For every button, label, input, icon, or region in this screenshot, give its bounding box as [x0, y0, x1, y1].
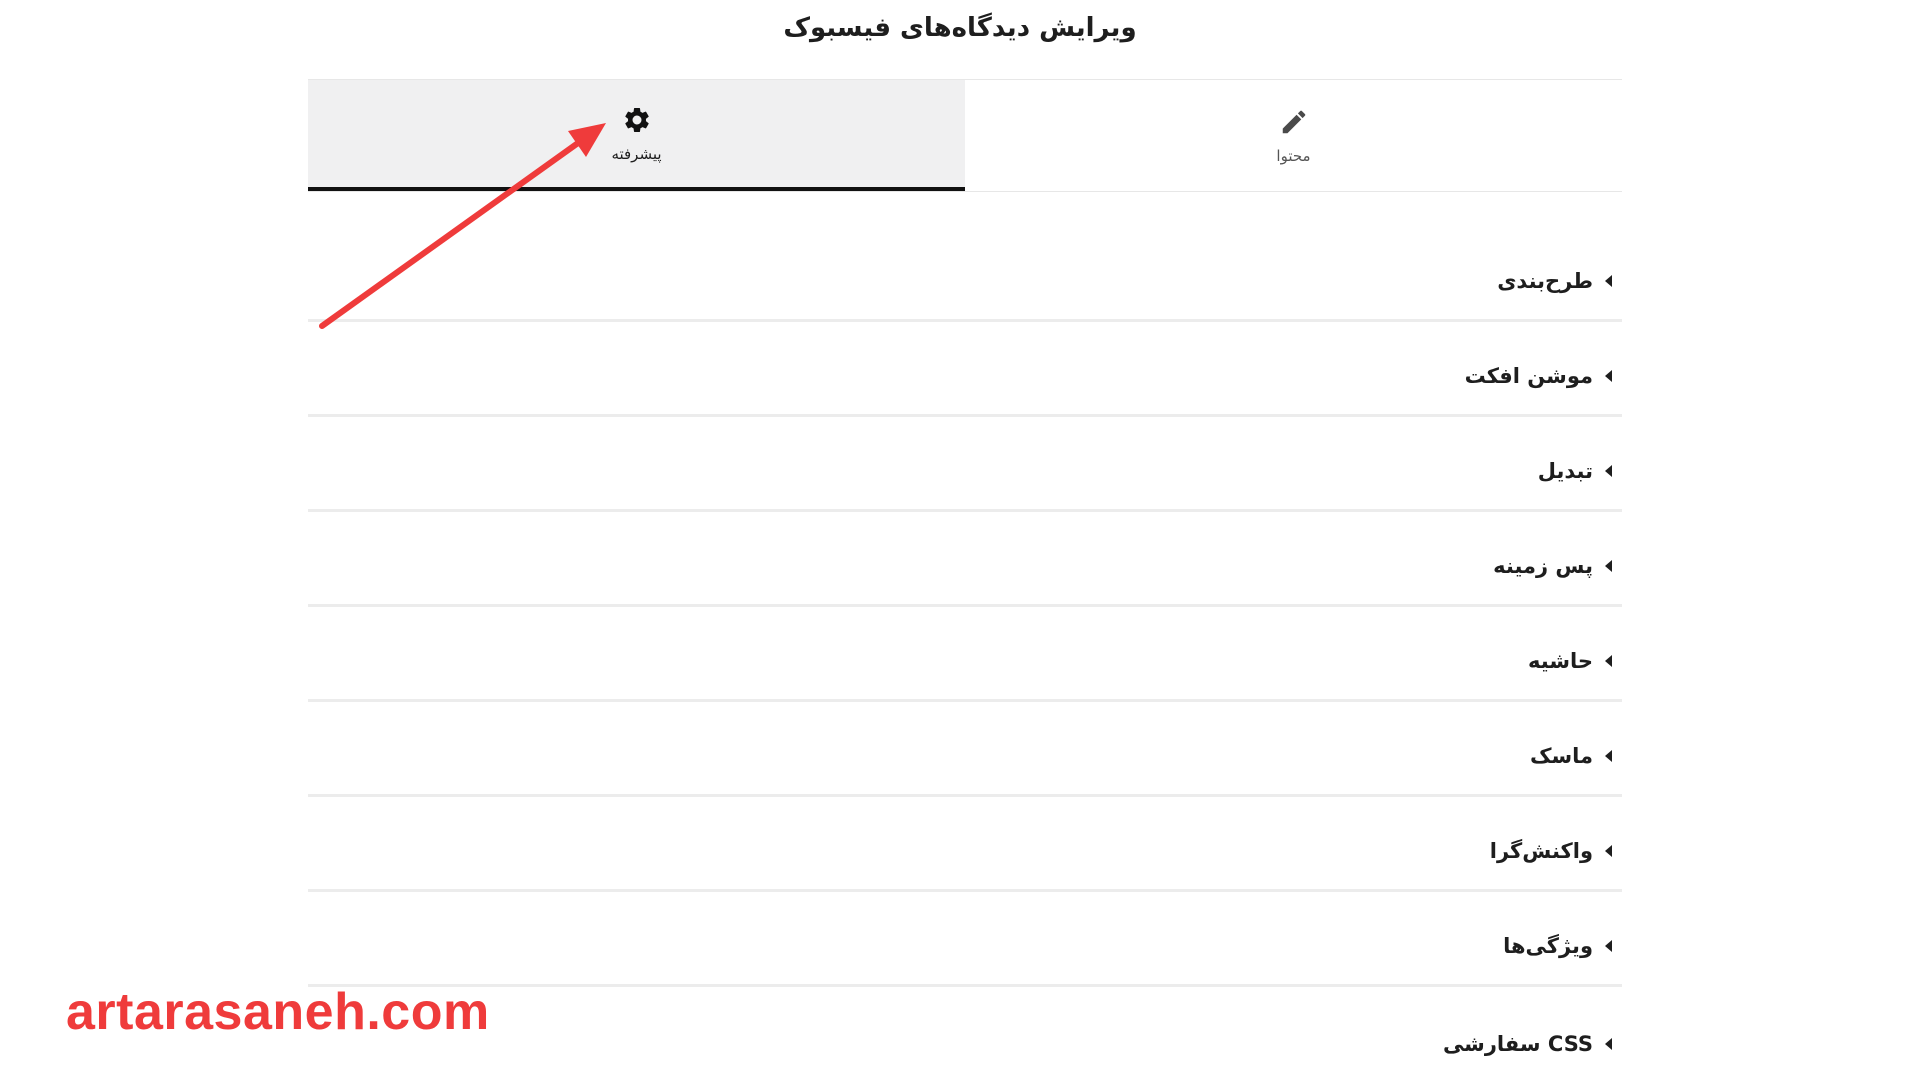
- section-label: ویژگی‌ها: [1503, 934, 1593, 958]
- caret-left-icon: [1605, 560, 1612, 572]
- section-header: پس زمینه: [1493, 554, 1612, 578]
- tab-advanced[interactable]: پیشرفته: [308, 80, 965, 191]
- caret-left-icon: [1605, 1038, 1612, 1050]
- section-label: ماسک: [1529, 744, 1593, 768]
- caret-left-icon: [1605, 655, 1612, 667]
- watermark-text: artarasaneh.com: [66, 983, 490, 1041]
- tab-bar: محتوا پیشرفته: [308, 79, 1622, 192]
- gear-icon: [624, 107, 649, 132]
- section-border[interactable]: حاشیه: [308, 607, 1622, 702]
- section-header: ویژگی‌ها: [1503, 934, 1612, 958]
- section-header: ماسک: [1530, 744, 1612, 768]
- tab-content-label: محتوا: [1276, 146, 1311, 165]
- section-motion-effects[interactable]: موشن افکت: [308, 322, 1622, 417]
- section-header: واکنش‌گرا: [1490, 839, 1612, 863]
- caret-left-icon: [1605, 845, 1612, 857]
- page-title: ویرایش دیدگاه‌های فیسبوک: [783, 13, 1137, 43]
- section-custom-css[interactable]: CSS سفارشی: [308, 987, 1622, 1080]
- section-label: پس زمینه: [1493, 554, 1593, 578]
- section-label: موشن افکت: [1464, 364, 1593, 388]
- section-label: طرح‌بندی: [1497, 269, 1593, 293]
- tab-advanced-label: پیشرفته: [611, 144, 662, 163]
- pencil-icon: [1282, 110, 1305, 133]
- section-header: موشن افکت: [1465, 364, 1612, 388]
- caret-left-icon: [1605, 370, 1612, 382]
- section-background[interactable]: پس زمینه: [308, 512, 1622, 607]
- section-transform[interactable]: تبدیل: [308, 417, 1622, 512]
- section-list: طرح‌بندی موشن افکت تبدیل پس زمینه: [308, 192, 1622, 1080]
- section-layout[interactable]: طرح‌بندی: [308, 192, 1622, 322]
- section-label: تبدیل: [1537, 459, 1593, 483]
- section-label: حاشیه: [1528, 649, 1593, 673]
- section-header: حاشیه: [1528, 649, 1612, 673]
- editor-panel: محتوا پیشرفته طرح‌بندی موشن افکت: [308, 79, 1622, 1080]
- section-attributes[interactable]: ویژگی‌ها: [308, 892, 1622, 987]
- caret-left-icon: [1605, 750, 1612, 762]
- section-responsive[interactable]: واکنش‌گرا: [308, 797, 1622, 892]
- caret-left-icon: [1605, 465, 1612, 477]
- section-header: CSS سفارشی: [1443, 1032, 1612, 1056]
- tab-content[interactable]: محتوا: [965, 80, 1622, 191]
- section-label: CSS سفارشی: [1442, 1032, 1593, 1056]
- section-label: واکنش‌گرا: [1489, 839, 1593, 863]
- section-header: طرح‌بندی: [1497, 269, 1612, 293]
- caret-left-icon: [1605, 940, 1612, 952]
- caret-left-icon: [1605, 275, 1612, 287]
- section-mask[interactable]: ماسک: [308, 702, 1622, 797]
- section-header: تبدیل: [1538, 459, 1612, 483]
- page: ویرایش دیدگاه‌های فیسبوک محتوا پیشرفته ط…: [0, 0, 1920, 1080]
